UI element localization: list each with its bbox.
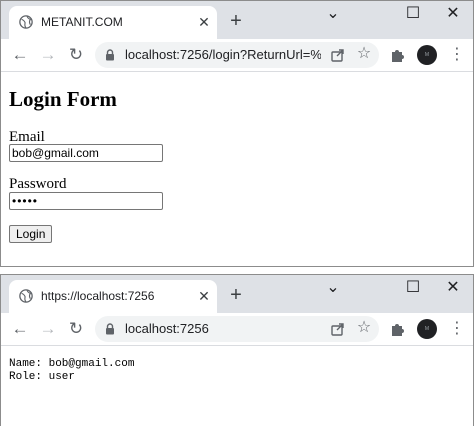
title-bar: https://localhost:7256 ✕ + ⌄ ☐ ✕ [1, 275, 473, 313]
address-text[interactable]: localhost:7256 [125, 321, 321, 336]
browser-window-login: METANIT.COM ✕ + ⌄ ☐ ✕ ← → ↻ localhost:72… [0, 0, 474, 267]
globe-icon [19, 289, 33, 303]
maximize-icon[interactable]: ☐ [393, 3, 433, 25]
bookmark-star-icon[interactable]: ☆ [355, 45, 373, 63]
extensions-puzzle-icon[interactable] [388, 45, 408, 65]
tab-localhost[interactable]: https://localhost:7256 ✕ [9, 280, 217, 313]
new-tab-button[interactable]: + [225, 10, 247, 32]
lock-icon[interactable] [105, 49, 115, 61]
extensions-puzzle-icon[interactable] [388, 319, 408, 339]
menu-kebab-icon[interactable]: ⋮ [447, 318, 467, 340]
globe-icon [19, 15, 33, 29]
lock-icon[interactable] [105, 323, 115, 335]
back-arrow-icon[interactable]: ← [9, 318, 31, 340]
forward-arrow-icon[interactable]: → [37, 318, 59, 340]
menu-kebab-icon[interactable]: ⋮ [447, 44, 467, 66]
tab-title: METANIT.COM [41, 15, 123, 29]
profile-avatar[interactable]: M [417, 45, 437, 65]
share-icon[interactable] [329, 320, 347, 338]
address-text[interactable]: localhost:7256/login?ReturnUrl=%2F [125, 47, 321, 62]
new-tab-button[interactable]: + [225, 284, 247, 306]
address-bar[interactable]: localhost:7256 ☆ [95, 316, 379, 342]
tab-title: https://localhost:7256 [41, 289, 155, 303]
role-line: Role: user [9, 371, 76, 383]
address-bar[interactable]: localhost:7256/login?ReturnUrl=%2F ☆ [95, 42, 379, 68]
reload-icon[interactable]: ↻ [65, 318, 87, 340]
close-window-icon[interactable]: ✕ [433, 3, 473, 25]
bookmark-star-icon[interactable]: ☆ [355, 319, 373, 337]
forward-arrow-icon[interactable]: → [37, 44, 59, 66]
tab-close-icon[interactable]: ✕ [195, 287, 213, 305]
close-window-icon[interactable]: ✕ [433, 277, 473, 299]
password-label: Password [9, 176, 67, 192]
password-field[interactable] [9, 192, 163, 210]
screen: METANIT.COM ✕ + ⌄ ☐ ✕ ← → ↻ localhost:72… [0, 0, 474, 426]
maximize-icon[interactable]: ☐ [393, 277, 433, 299]
email-field[interactable] [9, 144, 163, 162]
browser-toolbar: ← → ↻ localhost:7256/login?ReturnUrl=%2F… [1, 39, 473, 72]
tab-close-icon[interactable]: ✕ [195, 13, 213, 31]
back-arrow-icon[interactable]: ← [9, 44, 31, 66]
minimize-icon[interactable]: ⌄ [313, 277, 353, 299]
title-bar: METANIT.COM ✕ + ⌄ ☐ ✕ [1, 1, 473, 39]
browser-window-result: https://localhost:7256 ✕ + ⌄ ☐ ✕ ← → ↻ l… [0, 274, 474, 426]
reload-icon[interactable]: ↻ [65, 44, 87, 66]
name-line: Name: bob@gmail.com [9, 358, 135, 370]
share-icon[interactable] [329, 46, 347, 64]
page-content-result: Name: bob@gmail.com Role: user [1, 346, 473, 426]
page-title: Login Form [9, 87, 117, 111]
login-button[interactable]: Login [9, 225, 53, 243]
browser-toolbar: ← → ↻ localhost:7256 ☆ M ⋮ [1, 313, 473, 346]
page-content-login: Login Form Email Password Login [1, 72, 473, 266]
profile-avatar[interactable]: M [417, 319, 437, 339]
tab-metanit[interactable]: METANIT.COM ✕ [9, 6, 217, 39]
minimize-icon[interactable]: ⌄ [313, 3, 353, 25]
